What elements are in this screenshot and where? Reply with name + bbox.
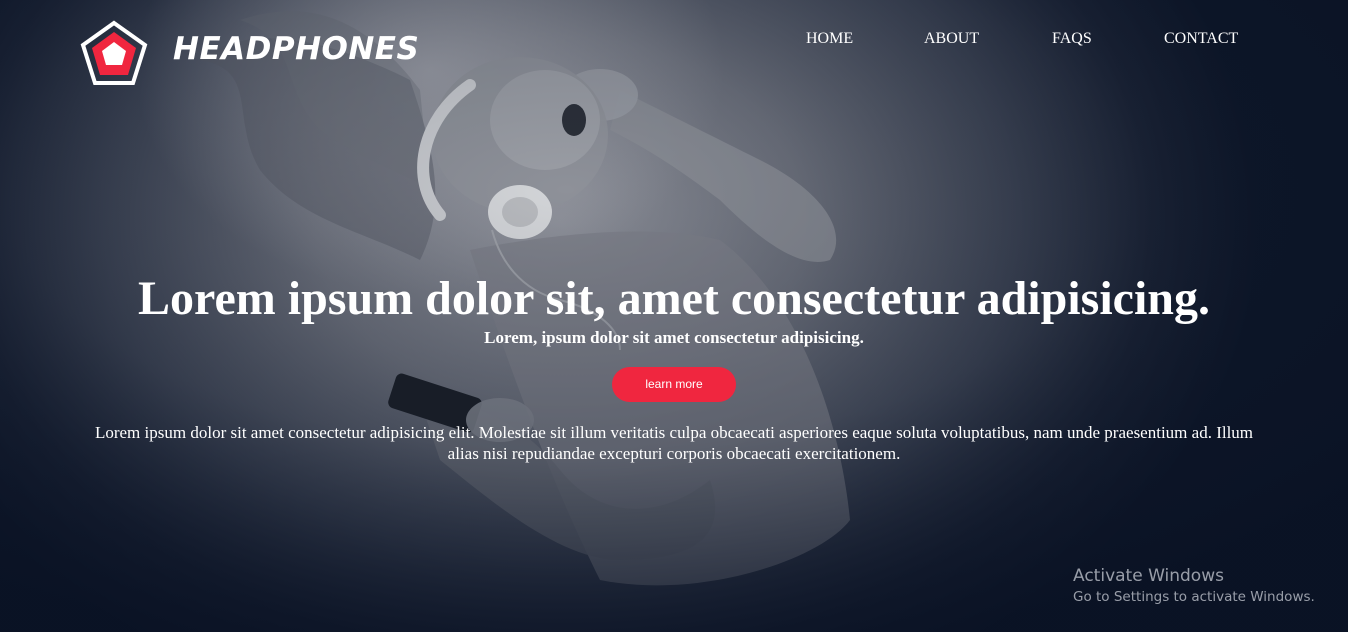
nav-faqs-link[interactable]: FAQS [1036,30,1110,48]
brand-name[interactable]: HEADPHONES [173,34,419,65]
hero-body-text: Lorem ipsum dolor sit amet consectetur a… [94,423,1254,463]
pentagon-logo-icon[interactable] [80,20,148,86]
hero-subhead: Lorem, ipsum dolor sit amet consectetur … [484,328,864,347]
site-header: HEADPHONES HOME ABOUT FAQS CONTACT [0,0,1348,100]
watermark-title: Activate Windows [1073,566,1224,586]
activate-windows-watermark: Activate Windows Go to Settings to activ… [1073,565,1315,606]
hero-headline: Lorem ipsum dolor sit, amet consectetur … [138,272,1210,325]
nav-about-link[interactable]: ABOUT [908,30,998,48]
learn-more-button[interactable]: learn more [612,367,736,402]
hero-content: Lorem ipsum dolor sit, amet consectetur … [0,272,1348,464]
nav-contact-link[interactable]: CONTACT [1148,30,1258,48]
hero-section: HEADPHONES HOME ABOUT FAQS CONTACT Lorem… [0,0,1348,632]
main-nav: HOME ABOUT FAQS CONTACT [790,30,1258,48]
nav-home-link[interactable]: HOME [790,30,870,48]
watermark-subtitle: Go to Settings to activate Windows. [1073,589,1315,605]
